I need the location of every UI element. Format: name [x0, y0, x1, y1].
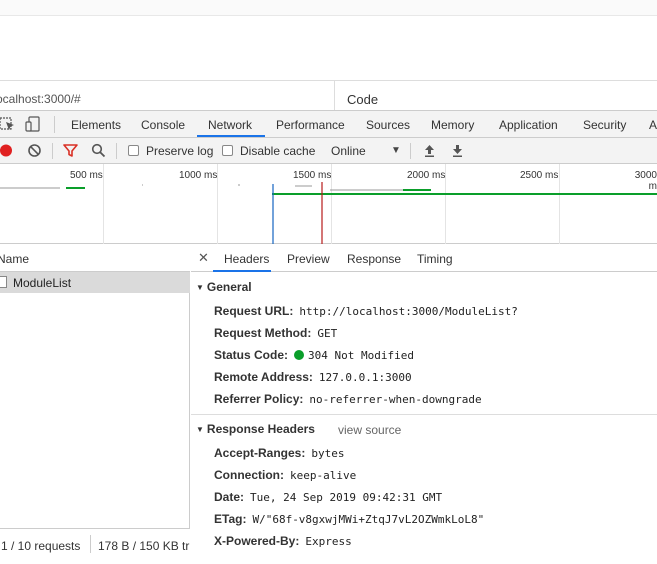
tab-headers[interactable]: Headers	[224, 252, 269, 266]
tab-console[interactable]: Console	[141, 118, 185, 132]
header-value: Express	[305, 535, 352, 548]
tab-network[interactable]: Network	[208, 118, 252, 132]
header-value: 304 Not Modified	[308, 349, 414, 362]
tab-response[interactable]: Response	[347, 252, 401, 266]
active-tab-indicator	[197, 135, 265, 137]
name-column-header[interactable]: Name	[0, 244, 190, 272]
header-row: X-Powered-By: Express	[214, 534, 352, 548]
summary-separator	[90, 535, 91, 553]
record-icon[interactable]	[0, 144, 13, 157]
toolbar-separator	[116, 143, 117, 159]
request-row[interactable]: ModuleList	[0, 272, 190, 293]
url-code-row: ocalhost:3000/# Code	[0, 80, 657, 111]
toolbar-separator	[410, 143, 411, 159]
header-value: 127.0.0.1:3000	[318, 371, 412, 384]
tab-elements[interactable]: Elements	[71, 118, 121, 132]
general-title: General	[206, 280, 252, 294]
request-name: ModuleList	[13, 276, 72, 290]
header-row: Date: Tue, 24 Sep 2019 09:42:31 GMT	[214, 490, 442, 504]
tab-memory[interactable]: Memory	[431, 118, 474, 132]
device-toolbar-icon[interactable]	[25, 116, 41, 132]
devtools-tab-bar: Elements Console Network Performance Sou…	[0, 110, 657, 138]
network-summary-bar: 1 / 10 requests 178 B / 150 KB tr	[0, 528, 190, 564]
page-url[interactable]: ocalhost:3000/#	[0, 92, 81, 106]
header-row: Referrer Policy: no-referrer-when-downgra…	[214, 392, 482, 406]
url-divider	[334, 81, 335, 111]
response-headers-section-header[interactable]: ▼ Response Headers	[196, 422, 315, 436]
header-value: W/"68f-v8gxwjMWi+ZtqJ7vL2OZWmkLoL8"	[252, 513, 485, 526]
header-row: Remote Address: 127.0.0.1:3000	[214, 370, 412, 384]
close-icon[interactable]: ✕	[198, 250, 209, 266]
code-label: Code	[347, 92, 379, 107]
status-ok-dot-icon	[294, 350, 305, 360]
header-key: Date:	[214, 490, 245, 504]
preserve-log-label[interactable]: Preserve log	[146, 144, 213, 158]
file-icon	[0, 276, 7, 288]
header-value: http://localhost:3000/ModuleList?	[299, 305, 518, 318]
disable-cache-checkbox[interactable]	[222, 145, 233, 156]
general-section-header[interactable]: ▼ General	[196, 280, 252, 294]
header-key: Accept-Ranges:	[214, 446, 306, 460]
request-count: 1 / 10 requests	[1, 539, 81, 553]
tab-preview[interactable]: Preview	[287, 252, 330, 266]
active-detail-tab-indicator	[213, 270, 271, 272]
tab-overflow[interactable]: A	[649, 118, 657, 132]
header-value: no-referrer-when-downgrade	[309, 393, 482, 406]
page-top-strip	[0, 0, 657, 16]
header-row: Request URL: http://localhost:3000/Module…	[214, 304, 518, 318]
tab-application[interactable]: Application	[499, 118, 558, 132]
header-key: Request Method:	[214, 326, 312, 340]
header-row: ETag: W/"68f-v8gxwjMWi+ZtqJ7vL2OZWmkLoL8"	[214, 512, 484, 526]
tab-bar-separator	[54, 116, 55, 133]
search-icon[interactable]	[91, 143, 106, 158]
clear-icon[interactable]	[27, 143, 42, 158]
header-key: Request URL:	[214, 304, 294, 318]
header-value: GET	[317, 327, 338, 340]
header-value: Tue, 24 Sep 2019 09:42:31 GMT	[250, 491, 443, 504]
request-list-panel: Name ModuleList 1 / 10 requests 178 B / …	[0, 244, 190, 564]
network-overview-timeline[interactable]: 500 ms 1000 ms 1500 ms 2000 ms 2500 ms 3…	[0, 164, 657, 244]
view-source-link[interactable]: view source	[338, 423, 401, 437]
tab-performance[interactable]: Performance	[276, 118, 345, 132]
header-key: Connection:	[214, 468, 284, 482]
toolbar-separator	[52, 143, 53, 159]
chevron-down-icon[interactable]: ▼	[391, 145, 401, 156]
expand-triangle-icon: ▼	[196, 283, 204, 292]
export-har-icon[interactable]	[450, 143, 465, 158]
header-value: keep-alive	[290, 469, 357, 482]
header-key: Remote Address:	[214, 370, 313, 384]
response-headers-title: Response Headers	[206, 422, 315, 436]
tab-sources[interactable]: Sources	[366, 118, 410, 132]
detail-tab-bar: ✕ Headers Preview Response Timing	[191, 244, 657, 272]
header-key: ETag:	[214, 512, 247, 526]
transferred-size: 178 B / 150 KB tr	[98, 539, 190, 553]
section-divider	[191, 414, 657, 415]
header-row: Accept-Ranges: bytes	[214, 446, 344, 460]
timeline-waterfall-bars	[0, 182, 657, 244]
header-key: X-Powered-By:	[214, 534, 300, 548]
header-value: bytes	[311, 447, 345, 460]
network-toolbar: Preserve log Disable cache Online ▼	[0, 138, 657, 164]
tab-security[interactable]: Security	[583, 118, 626, 132]
header-row: Request Method: GET	[214, 326, 337, 340]
filter-icon[interactable]	[63, 143, 78, 158]
page-content-area	[0, 0, 657, 80]
preserve-log-checkbox[interactable]	[128, 145, 139, 156]
header-row: Connection: keep-alive	[214, 468, 356, 482]
expand-triangle-icon: ▼	[196, 425, 204, 434]
request-detail-pane: ✕ Headers Preview Response Timing ▼ Gener…	[191, 244, 657, 564]
import-har-icon[interactable]	[422, 143, 437, 158]
header-key: Status Code:	[214, 348, 289, 362]
header-row: Status Code: 304 Not Modified	[214, 348, 414, 362]
header-key: Referrer Policy:	[214, 392, 304, 406]
tab-timing[interactable]: Timing	[417, 252, 453, 266]
name-column-label: Name	[0, 252, 30, 266]
inspect-element-icon[interactable]	[0, 116, 16, 132]
disable-cache-label[interactable]: Disable cache	[240, 144, 315, 158]
throttling-select[interactable]: Online	[331, 144, 366, 158]
